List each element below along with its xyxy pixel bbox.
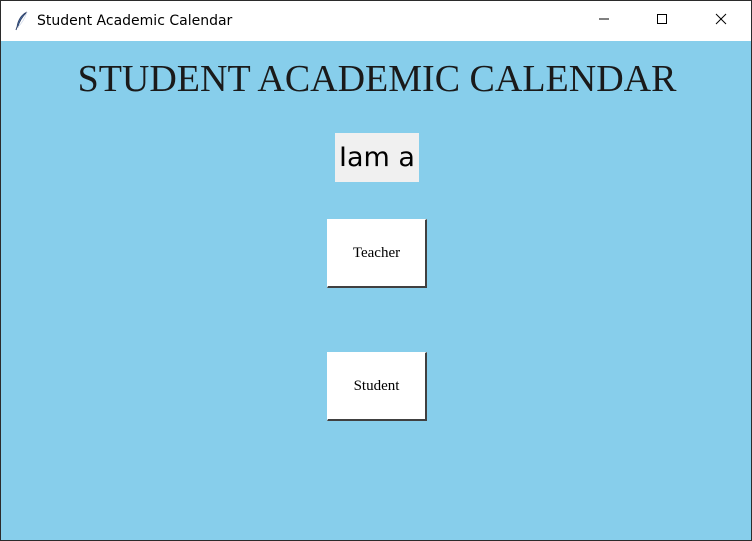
minimize-button[interactable] xyxy=(581,1,627,41)
teacher-button[interactable]: Teacher xyxy=(327,219,427,288)
student-button[interactable]: Student xyxy=(327,352,427,421)
maximize-icon xyxy=(656,12,668,30)
title-bar[interactable]: Student Academic Calendar xyxy=(1,1,751,41)
minimize-icon xyxy=(598,12,610,30)
role-prompt-label: Iam a xyxy=(335,133,419,182)
close-icon xyxy=(715,12,727,30)
page-title: STUDENT ACADEMIC CALENDAR xyxy=(77,58,677,100)
close-button[interactable] xyxy=(698,1,744,41)
app-window: Student Academic Calendar STUDENT ACADEM… xyxy=(0,0,752,541)
feather-icon xyxy=(14,11,30,31)
main-content: STUDENT ACADEMIC CALENDAR Iam a Teacher … xyxy=(1,41,751,540)
window-title: Student Academic Calendar xyxy=(37,13,233,29)
maximize-button[interactable] xyxy=(639,1,685,41)
